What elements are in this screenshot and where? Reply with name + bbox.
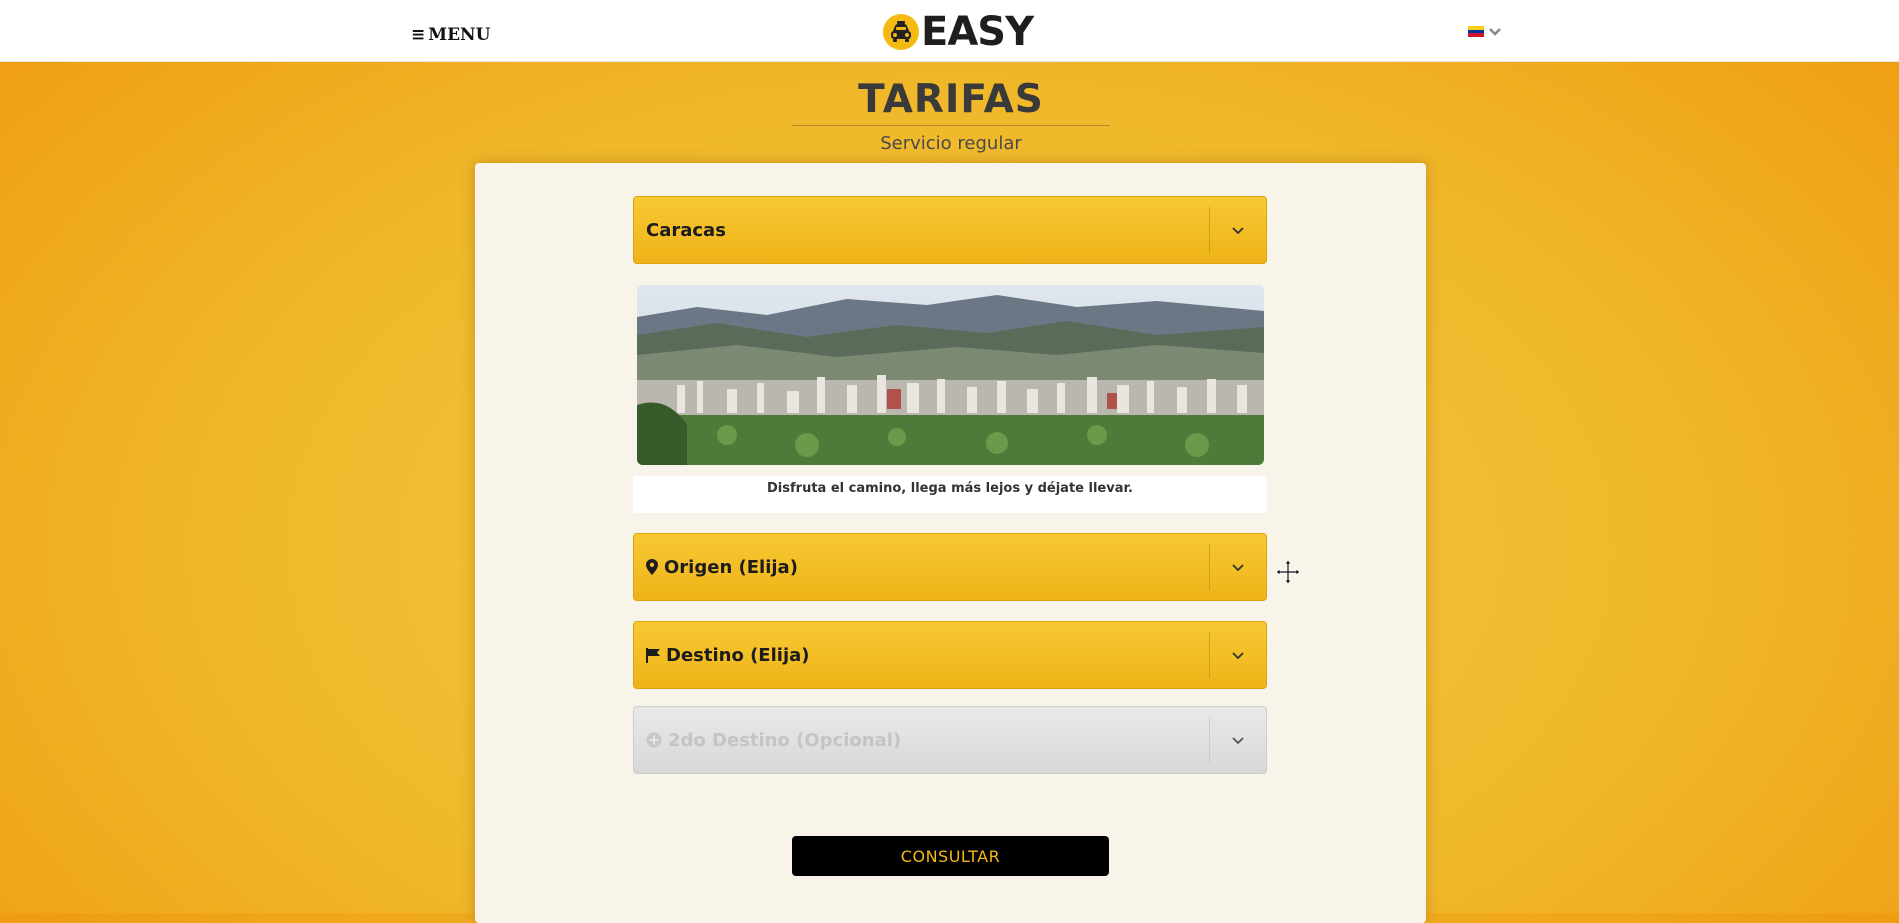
origin-select[interactable]: Origen (Elija) xyxy=(633,533,1267,601)
chevron-down-icon xyxy=(1489,27,1501,36)
chevron-down-icon xyxy=(1210,736,1266,745)
logo[interactable]: EASY xyxy=(883,9,1034,55)
chevron-down-icon xyxy=(1210,226,1266,235)
taxi-icon xyxy=(883,14,919,50)
menu-button[interactable]: ≡ MENU xyxy=(411,24,490,46)
page-heading: TARIFAS Servicio regular xyxy=(792,77,1110,154)
city-photo xyxy=(637,285,1264,465)
second-destination-select: 2do Destino (Opcional) xyxy=(633,706,1267,774)
select-divider xyxy=(1209,632,1210,678)
map-pin-icon xyxy=(646,559,658,575)
move-cursor-icon xyxy=(1275,559,1301,585)
select-divider xyxy=(1209,544,1210,590)
destination-select-label: Destino (Elija) xyxy=(666,644,810,666)
city-select-value: Caracas xyxy=(646,219,726,241)
select-divider xyxy=(1209,207,1210,253)
top-navigation-bar: ≡ MENU EASY xyxy=(0,0,1899,62)
city-select[interactable]: Caracas xyxy=(633,196,1267,264)
page-title: TARIFAS xyxy=(792,77,1110,126)
logo-text: EASY xyxy=(921,9,1034,55)
menu-label: MENU xyxy=(428,25,491,45)
chevron-down-icon xyxy=(1210,563,1266,572)
flag-icon xyxy=(646,647,660,663)
origin-select-label: Origen (Elija) xyxy=(664,556,798,578)
destination-select[interactable]: Destino (Elija) xyxy=(633,621,1267,689)
page-subtitle: Servicio regular xyxy=(880,133,1022,154)
chevron-down-icon xyxy=(1210,651,1266,660)
bars-icon: ≡ xyxy=(411,24,426,45)
venezuela-flag-icon xyxy=(1468,26,1484,38)
plus-circle-icon xyxy=(646,732,662,748)
city-caption: Disfruta el camino, llega más lejos y dé… xyxy=(633,476,1267,513)
language-selector[interactable] xyxy=(1468,26,1502,38)
second-destination-select-label: 2do Destino (Opcional) xyxy=(668,729,902,751)
consult-button[interactable]: CONSULTAR xyxy=(792,836,1109,876)
select-divider xyxy=(1209,717,1210,763)
